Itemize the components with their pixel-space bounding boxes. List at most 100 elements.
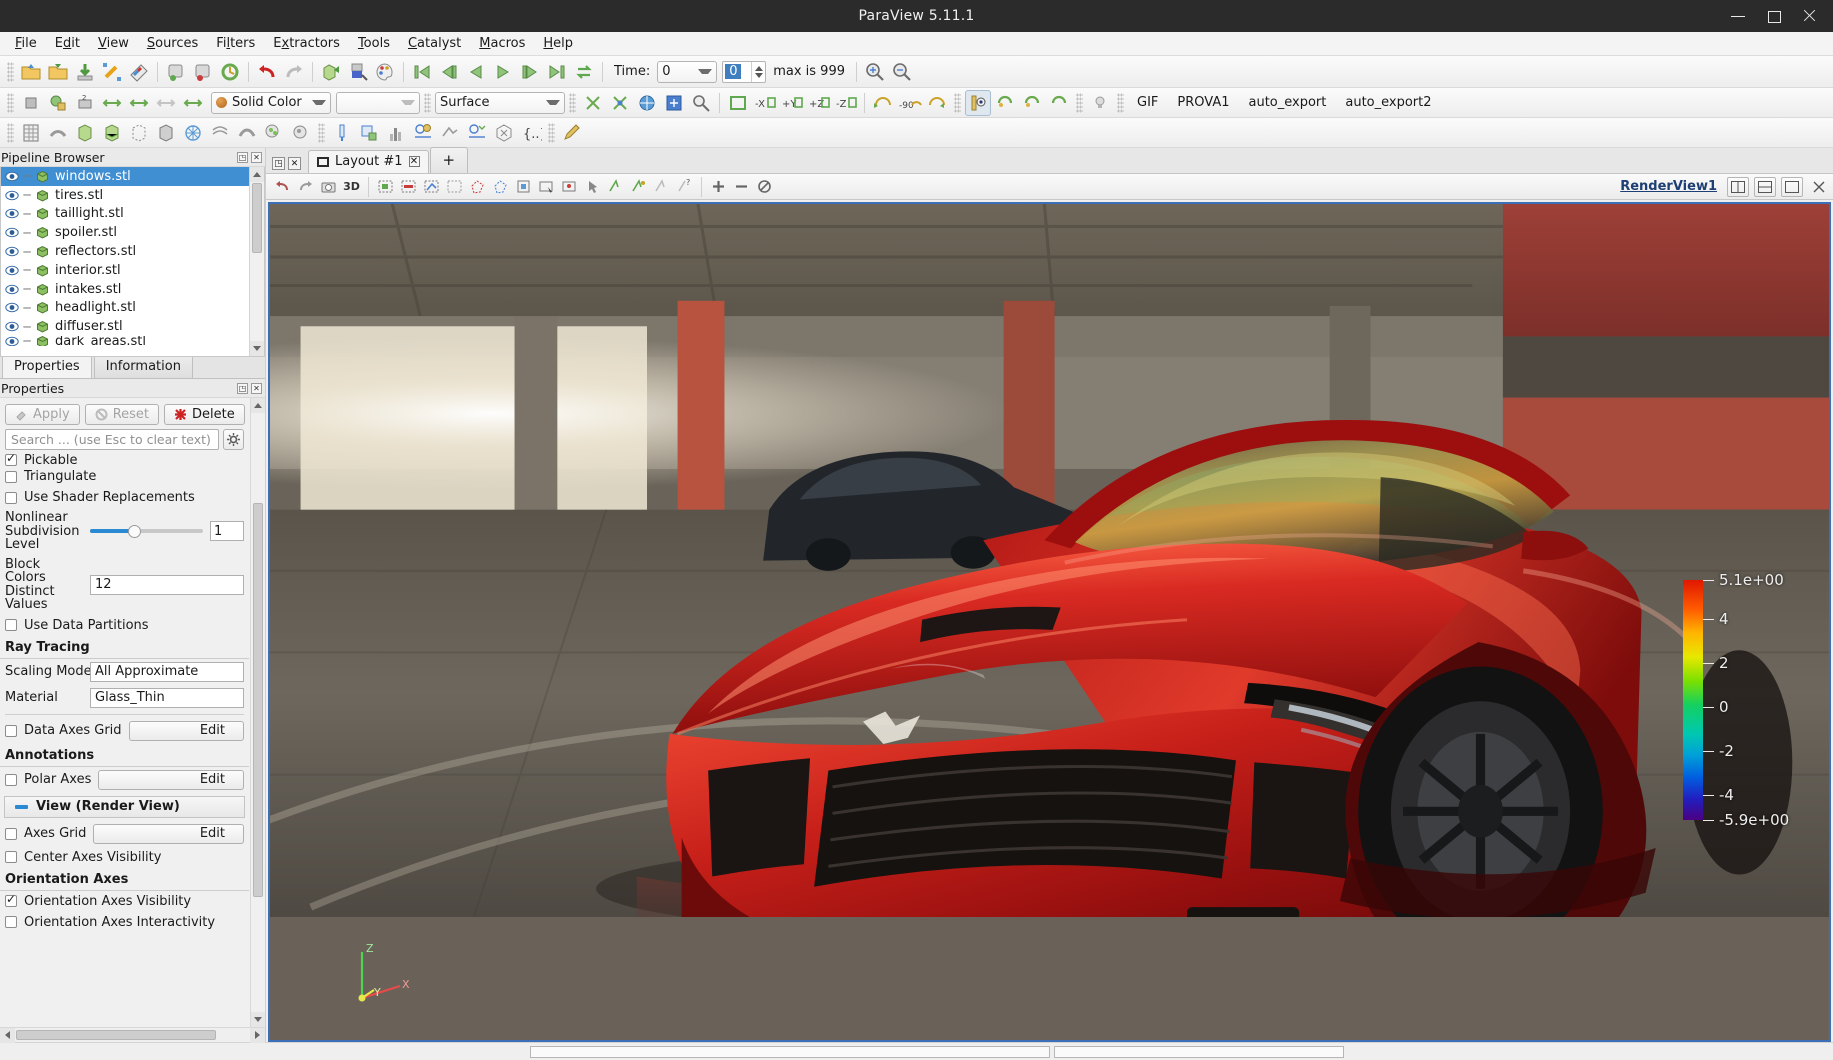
undo-icon[interactable]: [254, 59, 280, 85]
orientation-axes-widget[interactable]: Z X Y: [350, 940, 420, 1010]
add-layout-button[interactable]: +: [429, 147, 469, 173]
spreadsheet-view-icon[interactable]: [18, 120, 44, 146]
group-datasets-icon[interactable]: [288, 120, 314, 146]
toggle-3d-button[interactable]: 3D: [341, 176, 362, 197]
select-points-through-icon[interactable]: [444, 176, 465, 197]
select-points-tooltip-icon[interactable]: [628, 176, 649, 197]
redo-camera-icon[interactable]: [295, 176, 316, 197]
camera-neg-x-icon[interactable]: -X: [752, 90, 778, 116]
layout-tab-1[interactable]: Layout #1 ✕: [308, 150, 429, 173]
edit-color-palette-icon[interactable]: [372, 59, 398, 85]
camera-orbit-icon[interactable]: [992, 90, 1018, 116]
scaling-mode-combo[interactable]: All Approximate: [90, 661, 244, 682]
select-points-on-icon[interactable]: [398, 176, 419, 197]
polar-axes-edit-button[interactable]: Edit: [98, 769, 244, 790]
camera-rotate-icon[interactable]: [1019, 90, 1045, 116]
pipeline-vertical-scrollbar[interactable]: [249, 167, 264, 356]
reset-camera-icon[interactable]: [725, 90, 751, 116]
eye-icon[interactable]: [3, 208, 20, 219]
disconnect-server-icon[interactable]: [190, 59, 216, 85]
representation-combo[interactable]: Surface: [435, 91, 565, 114]
array-component-combo[interactable]: [336, 91, 420, 114]
eye-icon[interactable]: [3, 265, 20, 276]
apply-button[interactable]: Apply: [5, 404, 80, 425]
frame-spinbox[interactable]: 0: [722, 60, 767, 83]
histogram-icon[interactable]: [383, 120, 409, 146]
pipeline-item-tires[interactable]: ─ tires.stl: [1, 186, 264, 205]
properties-horizontal-scrollbar[interactable]: [0, 1027, 265, 1043]
threshold-filter-icon[interactable]: [153, 120, 179, 146]
scrollbar-thumb[interactable]: [252, 183, 262, 253]
block-colors-distinct-values-input[interactable]: 12: [90, 574, 244, 595]
connect-server-icon[interactable]: [163, 59, 189, 85]
stream-tracer-icon[interactable]: [234, 120, 260, 146]
first-frame-icon[interactable]: [409, 59, 435, 85]
use-shader-replacements-checkbox[interactable]: [5, 491, 17, 504]
close-icon[interactable]: ✕: [251, 382, 262, 394]
tab-properties[interactable]: Properties: [2, 355, 92, 378]
reset-button[interactable]: Reset: [84, 404, 160, 425]
pipeline-item-intakes[interactable]: ─ intakes.stl: [1, 280, 264, 299]
property-pickable-row[interactable]: Pickable: [0, 454, 249, 466]
save-screenshot-icon[interactable]: [99, 59, 125, 85]
rescale-visible-range-icon[interactable]: [99, 90, 125, 116]
camera-capture-icon[interactable]: [318, 176, 339, 197]
view-render-view-section-header[interactable]: View (Render View): [4, 795, 245, 818]
scrollbar-thumb[interactable]: [16, 1030, 216, 1040]
pipeline-item-diffuser[interactable]: ─ diffuser.stl: [1, 317, 264, 336]
split-horizontal-button[interactable]: [1727, 176, 1749, 197]
play-icon[interactable]: [490, 59, 516, 85]
render-view-name[interactable]: RenderView1: [1620, 179, 1725, 194]
warp-filter-icon[interactable]: [261, 120, 287, 146]
material-combo[interactable]: Glass_Thin: [90, 687, 244, 708]
menu-file[interactable]: File: [6, 34, 46, 53]
axes-grid-checkbox[interactable]: [5, 827, 17, 840]
extract-subset-icon[interactable]: [180, 120, 206, 146]
reset-session-icon[interactable]: [217, 59, 243, 85]
next-frame-icon[interactable]: [517, 59, 543, 85]
macro-prova1-button[interactable]: PROVA1: [1168, 92, 1238, 113]
toolbar-grip[interactable]: [7, 61, 14, 82]
pipeline-item-dark-areas[interactable]: ─ dark_areas.stl: [1, 336, 264, 347]
property-orientation-axes-interactivity-row[interactable]: Orientation Axes Interactivity: [0, 912, 249, 933]
spinner-arrows-icon[interactable]: [751, 61, 765, 82]
eye-icon[interactable]: [3, 246, 20, 257]
edit-color-map-icon[interactable]: [45, 90, 71, 116]
toolbar-grip[interactable]: [1117, 92, 1124, 113]
last-frame-icon[interactable]: [544, 59, 570, 85]
scroll-up-icon[interactable]: [251, 398, 265, 413]
split-vertical-button[interactable]: [1754, 176, 1776, 197]
menu-tools[interactable]: Tools: [349, 34, 399, 53]
property-triangulate-row[interactable]: Triangulate: [0, 466, 249, 487]
light-inspector-icon[interactable]: [1087, 90, 1113, 116]
pipeline-item-windows[interactable]: ─ windows.stl: [1, 167, 264, 186]
scroll-up-icon[interactable]: [250, 167, 264, 182]
triangulate-checkbox[interactable]: [5, 470, 17, 483]
open-file-icon[interactable]: [18, 59, 44, 85]
center-axes-visibility-checkbox[interactable]: [5, 851, 17, 863]
hover-cells-icon[interactable]: [582, 176, 603, 197]
property-scaling-mode-row[interactable]: Scaling Mode All Approximate: [0, 659, 249, 685]
render-view[interactable]: Z X Y 5.1e+00 4 2 0 -2 -4 -5.9e+00: [268, 202, 1831, 1042]
time-combo[interactable]: 0: [657, 60, 718, 83]
property-center-axes-visibility-row[interactable]: Center Axes Visibility: [0, 847, 249, 868]
plot-on-sorted-lines-icon[interactable]: [464, 120, 490, 146]
select-block-icon[interactable]: [513, 176, 534, 197]
close-button[interactable]: [1803, 9, 1817, 23]
select-cells-through-icon[interactable]: [421, 176, 442, 197]
slice-filter-icon[interactable]: [126, 120, 152, 146]
polar-axes-checkbox[interactable]: [5, 773, 17, 786]
pick-center-icon[interactable]: [661, 90, 687, 116]
recent-files-icon[interactable]: [45, 59, 71, 85]
undock-icon[interactable]: ◳: [237, 382, 248, 394]
eye-icon[interactable]: [3, 336, 20, 346]
invert-transfer-function-icon[interactable]: [180, 90, 206, 116]
eye-icon[interactable]: [3, 284, 20, 295]
toolbar-grip[interactable]: [1076, 92, 1083, 113]
menu-catalyst[interactable]: Catalyst: [399, 34, 470, 53]
show-center-icon[interactable]: [580, 90, 606, 116]
extract-selection-icon[interactable]: [318, 59, 344, 85]
menu-view[interactable]: View: [89, 34, 138, 53]
property-data-partitions-row[interactable]: Use Data Partitions: [0, 615, 249, 636]
macro-auto-export2-button[interactable]: auto_export2: [1336, 92, 1440, 113]
